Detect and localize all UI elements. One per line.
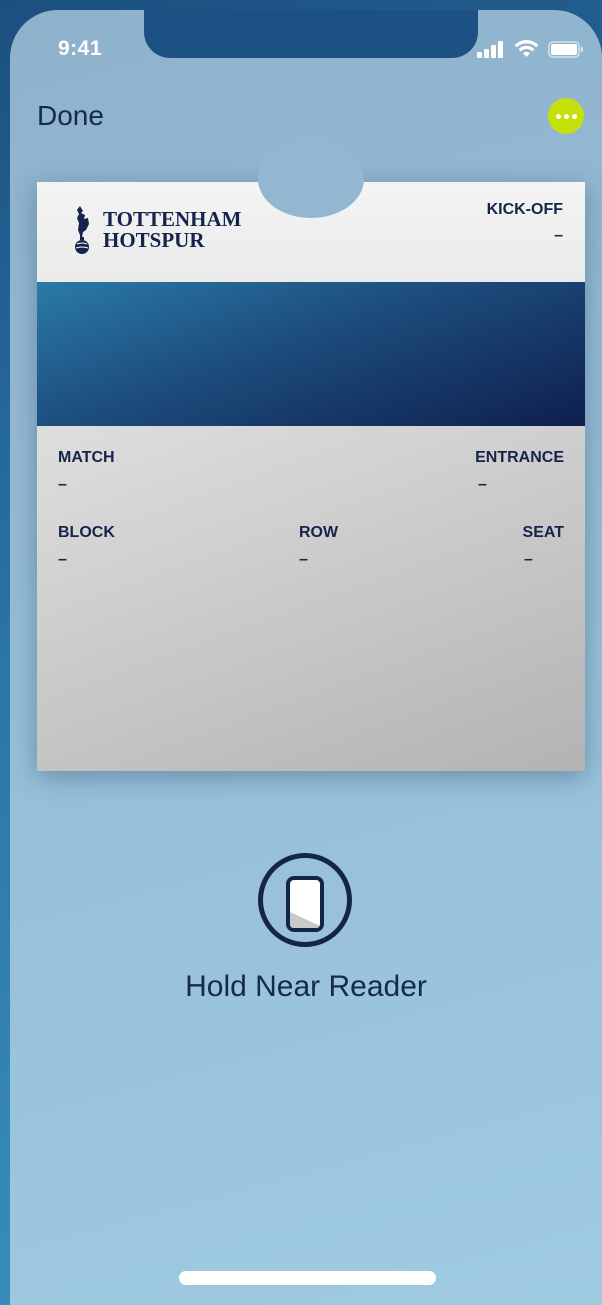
done-button[interactable]: Done — [37, 100, 104, 132]
status-time: 9:41 — [58, 37, 103, 60]
match-label: MATCH — [58, 449, 115, 466]
ellipsis-icon — [563, 113, 569, 119]
seat-value: – — [524, 551, 533, 568]
cockerel-logo-icon — [75, 206, 89, 254]
pass-strip-image — [37, 282, 585, 426]
hold-near-reader-label: Hold Near Reader — [185, 970, 427, 1003]
entrance-label: ENTRANCE — [475, 449, 564, 466]
block-value: – — [58, 551, 67, 568]
kickoff-value: – — [554, 227, 563, 244]
wifi-icon — [514, 40, 539, 57]
kickoff-label: KICK-OFF — [486, 201, 563, 218]
row-value: – — [299, 551, 308, 568]
more-options-button[interactable] — [548, 98, 584, 134]
match-value: – — [58, 476, 67, 493]
logo-wordmark: TOTTENHAM HOTSPUR — [103, 209, 241, 251]
block-label: BLOCK — [58, 524, 115, 541]
ellipsis-icon — [571, 113, 577, 119]
ticket-pass[interactable]: TOTTENHAM HOTSPUR KICK-OFF – MATCH – ENT… — [37, 140, 585, 771]
logo-line-1: TOTTENHAM — [103, 207, 242, 231]
wallet-screen: 9:41 Done TOTTENHAM HOTSPUR KICK-OFF – M… — [10, 10, 602, 1305]
status-icons — [477, 40, 584, 58]
nfc-indicator — [258, 853, 352, 947]
row-label: ROW — [299, 524, 339, 541]
home-indicator[interactable] — [179, 1271, 436, 1285]
ellipsis-icon — [555, 113, 561, 119]
club-logo: TOTTENHAM HOTSPUR — [71, 204, 241, 256]
cellular-signal-icon — [477, 40, 503, 58]
battery-icon — [548, 40, 583, 58]
seat-label: SEAT — [522, 524, 564, 541]
notch — [144, 10, 478, 58]
pass-notch-cutout — [258, 140, 364, 218]
logo-line-2: HOTSPUR — [103, 228, 205, 252]
phone-icon — [286, 876, 324, 932]
entrance-value: – — [478, 476, 487, 493]
